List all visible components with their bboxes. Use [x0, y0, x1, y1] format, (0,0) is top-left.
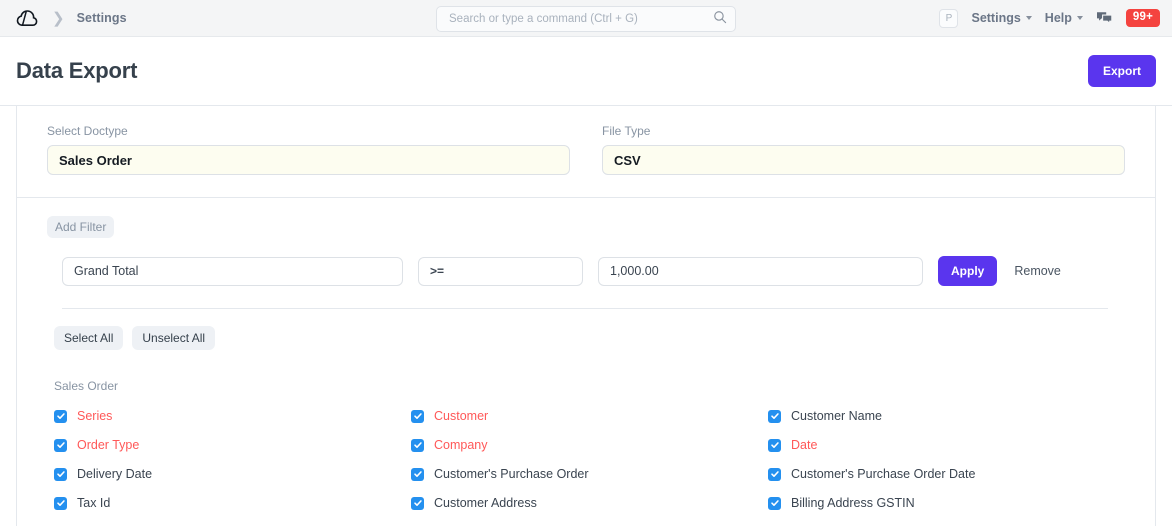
select-all-button[interactable]: Select All: [54, 326, 123, 350]
navbar-right: P Settings Help 99+: [939, 9, 1160, 28]
checkbox-checked-icon[interactable]: [411, 410, 424, 423]
field-checkbox-label: Customer's Purchase Order Date: [791, 467, 975, 481]
field-checkbox-label: Customer's Purchase Order: [434, 467, 589, 481]
filter-value-input[interactable]: 1,000.00: [598, 257, 923, 286]
field-checkbox-label: Tax Id: [77, 496, 110, 510]
breadcrumb[interactable]: Settings: [77, 11, 127, 25]
selection-buttons: Select All Unselect All: [47, 309, 1125, 350]
add-filter-button[interactable]: Add Filter: [47, 216, 114, 238]
checkbox-checked-icon[interactable]: [768, 497, 781, 510]
checkbox-checked-icon[interactable]: [54, 410, 67, 423]
navbar-menu-help[interactable]: Help: [1045, 11, 1083, 25]
field-checkbox-item[interactable]: Tax Id: [54, 496, 411, 510]
search-input[interactable]: [447, 12, 713, 26]
page-title: Data Export: [16, 58, 137, 84]
field-checkbox-item[interactable]: Order Type: [54, 438, 411, 452]
search-icon[interactable]: [713, 10, 727, 29]
field-checkbox-label: Delivery Date: [77, 467, 152, 481]
page-header: Data Export Export: [0, 37, 1172, 106]
checkbox-checked-icon[interactable]: [768, 468, 781, 481]
notification-badge[interactable]: 99+: [1126, 9, 1160, 28]
navbar-center: [436, 6, 736, 32]
select-doctype-input[interactable]: Sales Order: [47, 145, 570, 175]
field-checkbox-item[interactable]: Date: [768, 438, 1125, 452]
unselect-all-button[interactable]: Unselect All: [132, 326, 215, 350]
field-checkbox-item[interactable]: Customer's Purchase Order: [411, 467, 768, 481]
export-settings-card: Select Doctype Sales Order File Type CSV…: [16, 106, 1156, 526]
filter-fieldname-input[interactable]: Grand Total: [62, 257, 403, 286]
file-type-input[interactable]: CSV: [602, 145, 1125, 175]
filter-and-selection-section: Add Filter Grand Total >= 1,000.00 Apply…: [17, 197, 1155, 526]
chevron-down-icon: [1077, 16, 1083, 20]
checkbox-checked-icon[interactable]: [411, 468, 424, 481]
fields-row: Select Doctype Sales Order File Type CSV: [47, 124, 1125, 175]
field-checkbox-item[interactable]: Customer: [411, 409, 768, 423]
field-checkbox-label: Date: [791, 438, 817, 452]
checkbox-checked-icon[interactable]: [411, 439, 424, 452]
search-box[interactable]: [436, 6, 736, 32]
checkbox-checked-icon[interactable]: [54, 497, 67, 510]
navbar-menu-settings[interactable]: Settings: [971, 11, 1031, 25]
field-group-title: Sales Order: [47, 350, 1125, 393]
field-checkbox-label: Customer Name: [791, 409, 882, 423]
filter-operator-input[interactable]: >=: [418, 257, 583, 286]
cloud-logo-icon[interactable]: [14, 5, 40, 31]
fields-section: Select Doctype Sales Order File Type CSV: [17, 106, 1155, 197]
checkbox-checked-icon[interactable]: [768, 410, 781, 423]
select-doctype-field: Select Doctype Sales Order: [47, 124, 570, 175]
export-button[interactable]: Export: [1088, 55, 1156, 87]
card-wrapper: Select Doctype Sales Order File Type CSV…: [0, 106, 1172, 526]
field-checkbox-item[interactable]: Customer Name: [768, 409, 1125, 423]
remove-filter-link[interactable]: Remove: [1014, 264, 1061, 278]
navbar-menu-help-label: Help: [1045, 11, 1072, 25]
comments-icon[interactable]: [1096, 11, 1113, 26]
checkbox-checked-icon[interactable]: [411, 497, 424, 510]
field-checkbox-label: Series: [77, 409, 112, 423]
field-checkbox-label: Company: [434, 438, 488, 452]
field-checkbox-item[interactable]: Customer's Purchase Order Date: [768, 467, 1125, 481]
avatar[interactable]: P: [939, 9, 958, 28]
checkbox-checked-icon[interactable]: [54, 439, 67, 452]
field-checkbox-label: Customer: [434, 409, 488, 423]
field-checkbox-item[interactable]: Company: [411, 438, 768, 452]
top-navbar: ❯ Settings P Settings Help: [0, 0, 1172, 37]
field-checkbox-item[interactable]: Series: [54, 409, 411, 423]
apply-filter-button[interactable]: Apply: [938, 256, 997, 286]
field-checkbox-label: Order Type: [77, 438, 139, 452]
filter-row: Grand Total >= 1,000.00 Apply Remove: [47, 256, 1125, 286]
chevron-right-icon: ❯: [52, 11, 65, 26]
field-checkbox-label: Customer Address: [434, 496, 537, 510]
checkbox-checked-icon[interactable]: [54, 468, 67, 481]
chevron-down-icon: [1026, 16, 1032, 20]
checkbox-checked-icon[interactable]: [768, 439, 781, 452]
navbar-menu-settings-label: Settings: [971, 11, 1020, 25]
select-doctype-label: Select Doctype: [47, 124, 570, 138]
file-type-label: File Type: [602, 124, 1125, 138]
file-type-field: File Type CSV: [602, 124, 1125, 175]
navbar-left: ❯ Settings: [14, 5, 127, 31]
field-checkbox-item[interactable]: Customer Address: [411, 496, 768, 510]
field-checkbox-item[interactable]: Billing Address GSTIN: [768, 496, 1125, 510]
field-checkbox-item[interactable]: Delivery Date: [54, 467, 411, 481]
field-checkbox-grid: Series Customer Customer Name Order Type Com…: [47, 393, 1125, 510]
field-checkbox-label: Billing Address GSTIN: [791, 496, 915, 510]
